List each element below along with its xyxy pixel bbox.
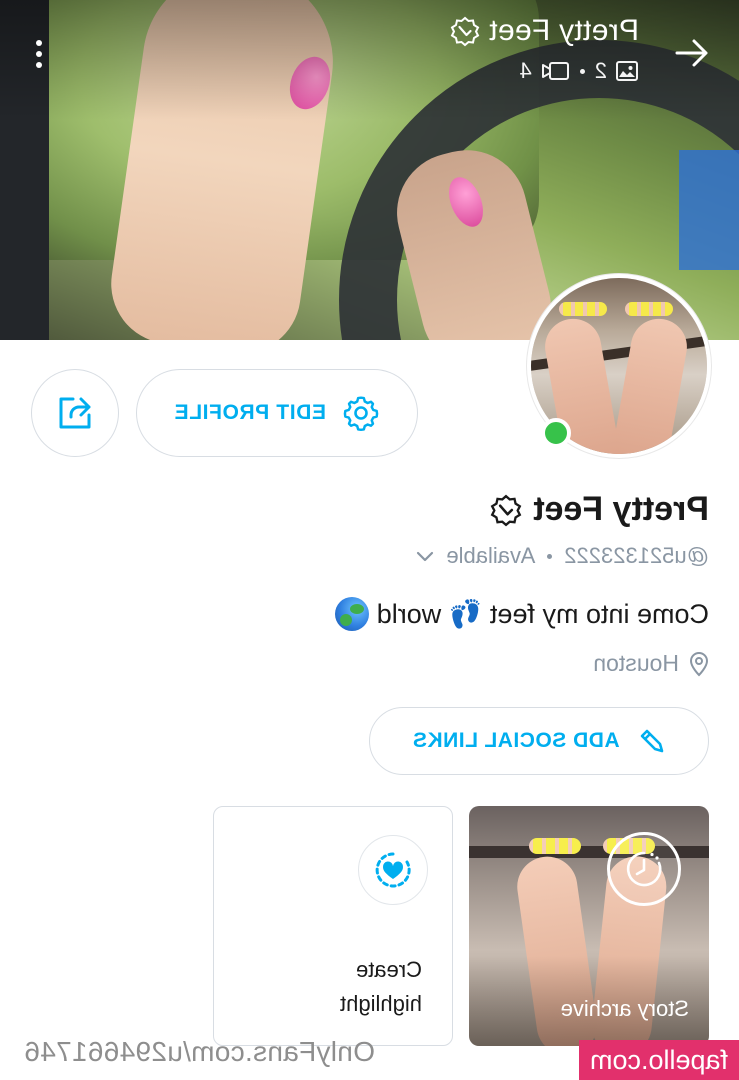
- online-status-dot: [541, 418, 571, 448]
- profile-handle: @u521323222: [564, 543, 709, 568]
- cover-title: Pretty Feet: [449, 14, 639, 48]
- create-highlight-line1: Create: [355, 957, 422, 982]
- image-icon: [616, 61, 638, 81]
- share-icon: [59, 397, 91, 429]
- handle-separator: [547, 553, 553, 559]
- share-button[interactable]: [31, 369, 119, 457]
- add-social-links-button[interactable]: ADD SOCIAL LINKS: [369, 707, 709, 775]
- edit-profile-label: EDIT PROFILE: [174, 401, 326, 424]
- more-icon: [36, 40, 42, 46]
- video-icon: [541, 62, 569, 80]
- cover-header: Pretty Feet 2 4: [0, 0, 739, 110]
- profile-url: OnlyFans.com/u294661746: [24, 1036, 375, 1067]
- story-archive-label: Story archive: [560, 996, 689, 1021]
- create-highlight-label: Create highlight: [340, 953, 422, 1021]
- globe-icon: [334, 597, 369, 631]
- videos-stat: 4: [520, 58, 570, 84]
- videos-count: 4: [519, 58, 532, 83]
- profile-name-text: Pretty Feet: [533, 490, 709, 528]
- location-pin-icon: [689, 651, 709, 676]
- add-social-links-label: ADD SOCIAL LINKS: [412, 729, 620, 752]
- verified-icon: [490, 494, 522, 526]
- more-options-button[interactable]: [21, 36, 57, 72]
- story-archive-highlight[interactable]: Story archive: [469, 806, 709, 1046]
- watermark: fapello.com: [579, 1040, 739, 1080]
- profile-name: Pretty Feet: [489, 490, 709, 529]
- media-stats: 2 4: [449, 58, 639, 84]
- pencil-icon: [640, 729, 663, 753]
- cover-title-text: Pretty Feet: [488, 14, 639, 47]
- photos-stat: 2: [595, 58, 639, 84]
- create-highlight-card[interactable]: Create highlight: [213, 806, 453, 1046]
- arrow-left-icon: [675, 39, 708, 67]
- profile-screen: Pretty Feet 2 4 EDIT PROFILE Pretty Feet…: [0, 0, 739, 1080]
- photos-count: 2: [594, 58, 607, 83]
- chevron-down-icon[interactable]: [416, 550, 434, 562]
- back-button[interactable]: [667, 28, 717, 78]
- clock-icon: [607, 832, 681, 906]
- gear-icon: [343, 396, 379, 432]
- profile-bio: Come into my feet 👣 world: [334, 597, 709, 631]
- handle-status-row: @u521323222 Available: [416, 543, 709, 569]
- profile-location: Houston: [593, 650, 709, 677]
- create-highlight-line2: highlight: [340, 991, 422, 1016]
- bio-text: Come into my feet 👣 world: [376, 599, 709, 629]
- heart-add-icon: [358, 835, 428, 905]
- verified-icon: [450, 16, 480, 47]
- stat-separator: [579, 68, 585, 74]
- location-text: Houston: [593, 650, 679, 676]
- availability-status[interactable]: Available: [446, 543, 535, 569]
- edit-profile-button[interactable]: EDIT PROFILE: [136, 369, 418, 457]
